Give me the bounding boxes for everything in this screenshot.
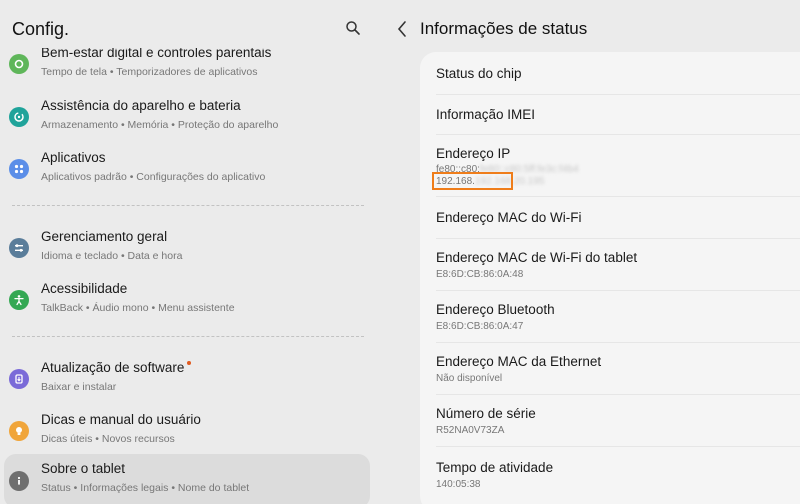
status-item-title: Número de série bbox=[436, 406, 536, 421]
settings-item-device-care[interactable]: Assistência do aparelho e bateria Armaze… bbox=[0, 91, 380, 143]
status-item-ethernet-mac: Endereço MAC da Ethernet Não disponível bbox=[420, 342, 800, 394]
settings-item-subtitle: Dicas úteis • Novos recursos bbox=[41, 433, 175, 445]
status-header: Informações de status bbox=[380, 0, 800, 52]
status-item-value: E8:6D:CB:86:0A:47 bbox=[436, 321, 524, 332]
settings-item-title: Sobre o tablet bbox=[41, 461, 126, 476]
lightbulb-icon bbox=[9, 421, 29, 441]
status-item-bluetooth: Endereço Bluetooth E8:6D:CB:86:0A:47 bbox=[420, 290, 800, 342]
settings-item-accessibility[interactable]: Acessibilidade TalkBack • Áudio mono • M… bbox=[0, 274, 380, 326]
apps-grid-icon bbox=[9, 159, 29, 179]
status-item-title: Endereço MAC da Ethernet bbox=[436, 354, 602, 369]
status-item-value: Não disponível bbox=[436, 373, 503, 384]
settings-item-title: Dicas e manual do usuário bbox=[41, 412, 201, 427]
accessibility-icon bbox=[9, 290, 29, 310]
status-item-value: E8:6D:CB:86:0A:48 bbox=[436, 269, 524, 280]
status-item-title: Endereço MAC do Wi-Fi bbox=[436, 210, 582, 225]
settings-header: Config. bbox=[0, 0, 380, 48]
section-divider bbox=[12, 205, 364, 206]
highlight-box bbox=[432, 172, 513, 190]
software-update-icon bbox=[9, 369, 29, 389]
settings-item-subtitle: Aplicativos padrão • Configurações do ap… bbox=[41, 171, 266, 183]
settings-item-subtitle: Baixar e instalar bbox=[41, 381, 117, 393]
settings-pane: Bem-estar digital e controles parentais … bbox=[0, 0, 380, 504]
settings-item-title: Gerenciamento geral bbox=[41, 229, 168, 244]
status-item-title: Endereço IP bbox=[436, 146, 511, 161]
search-icon bbox=[346, 21, 360, 35]
status-card: Status do chip Informação IMEI Endereço … bbox=[420, 52, 800, 504]
settings-item-title: Assistência do aparelho e bateria bbox=[41, 98, 241, 113]
leaf-icon bbox=[9, 54, 29, 74]
settings-item-subtitle: Idioma e teclado • Data e hora bbox=[41, 250, 183, 262]
status-item-title: Endereço MAC de Wi-Fi do tablet bbox=[436, 250, 638, 265]
status-item-value: 140:05:38 bbox=[436, 479, 481, 490]
status-item-title: Tempo de atividade bbox=[436, 460, 554, 475]
info-icon bbox=[9, 471, 29, 491]
settings-item-software-update[interactable]: Atualização de software Baixar e instala… bbox=[0, 353, 380, 405]
settings-item-subtitle: TalkBack • Áudio mono • Menu assistente bbox=[41, 302, 235, 314]
status-item-chip[interactable]: Status do chip bbox=[420, 52, 800, 94]
settings-item-subtitle: Armazenamento • Memória • Proteção do ap… bbox=[41, 119, 279, 131]
search-button[interactable] bbox=[345, 20, 365, 40]
status-item-title: Informação IMEI bbox=[436, 107, 536, 122]
status-item-wifi-mac: Endereço MAC do Wi-Fi bbox=[420, 196, 800, 238]
settings-item-apps[interactable]: Aplicativos Aplicativos padrão • Configu… bbox=[0, 143, 380, 195]
page-title: Informações de status bbox=[420, 19, 588, 38]
status-item-tablet-wifi-mac: Endereço MAC de Wi-Fi do tablet E8:6D:CB… bbox=[420, 238, 800, 290]
sliders-icon bbox=[9, 238, 29, 258]
settings-item-title: Atualização de software bbox=[41, 360, 192, 375]
device-care-icon bbox=[9, 107, 29, 127]
status-item-serial-number: Número de série R52NA0V73ZA bbox=[420, 394, 800, 446]
settings-item-title: Aplicativos bbox=[41, 150, 106, 165]
status-item-value: R52NA0V73ZA bbox=[436, 425, 505, 436]
settings-item-tips-manual[interactable]: Dicas e manual do usuário Dicas úteis • … bbox=[0, 405, 380, 457]
status-item-imei[interactable]: Informação IMEI bbox=[420, 94, 800, 134]
settings-item-subtitle: Status • Informações legais • Nome do ta… bbox=[41, 482, 250, 494]
settings-item-general-management[interactable]: Gerenciamento geral Idioma e teclado • D… bbox=[0, 222, 380, 274]
status-item-title: Endereço Bluetooth bbox=[436, 302, 555, 317]
status-item-uptime: Tempo de atividade 140:05:38 bbox=[420, 446, 800, 498]
settings-item-title: Acessibilidade bbox=[41, 281, 128, 296]
chevron-left-icon bbox=[397, 21, 406, 37]
update-badge-dot bbox=[187, 361, 192, 365]
back-button[interactable] bbox=[396, 20, 408, 38]
status-item-title: Status do chip bbox=[436, 66, 522, 81]
section-divider bbox=[12, 336, 364, 337]
page-title: Config. bbox=[12, 19, 70, 39]
settings-item-about-tablet[interactable]: Sobre o tablet Status • Informações lega… bbox=[4, 454, 370, 504]
settings-item-subtitle: Tempo de tela • Temporizadores de aplica… bbox=[41, 66, 258, 78]
